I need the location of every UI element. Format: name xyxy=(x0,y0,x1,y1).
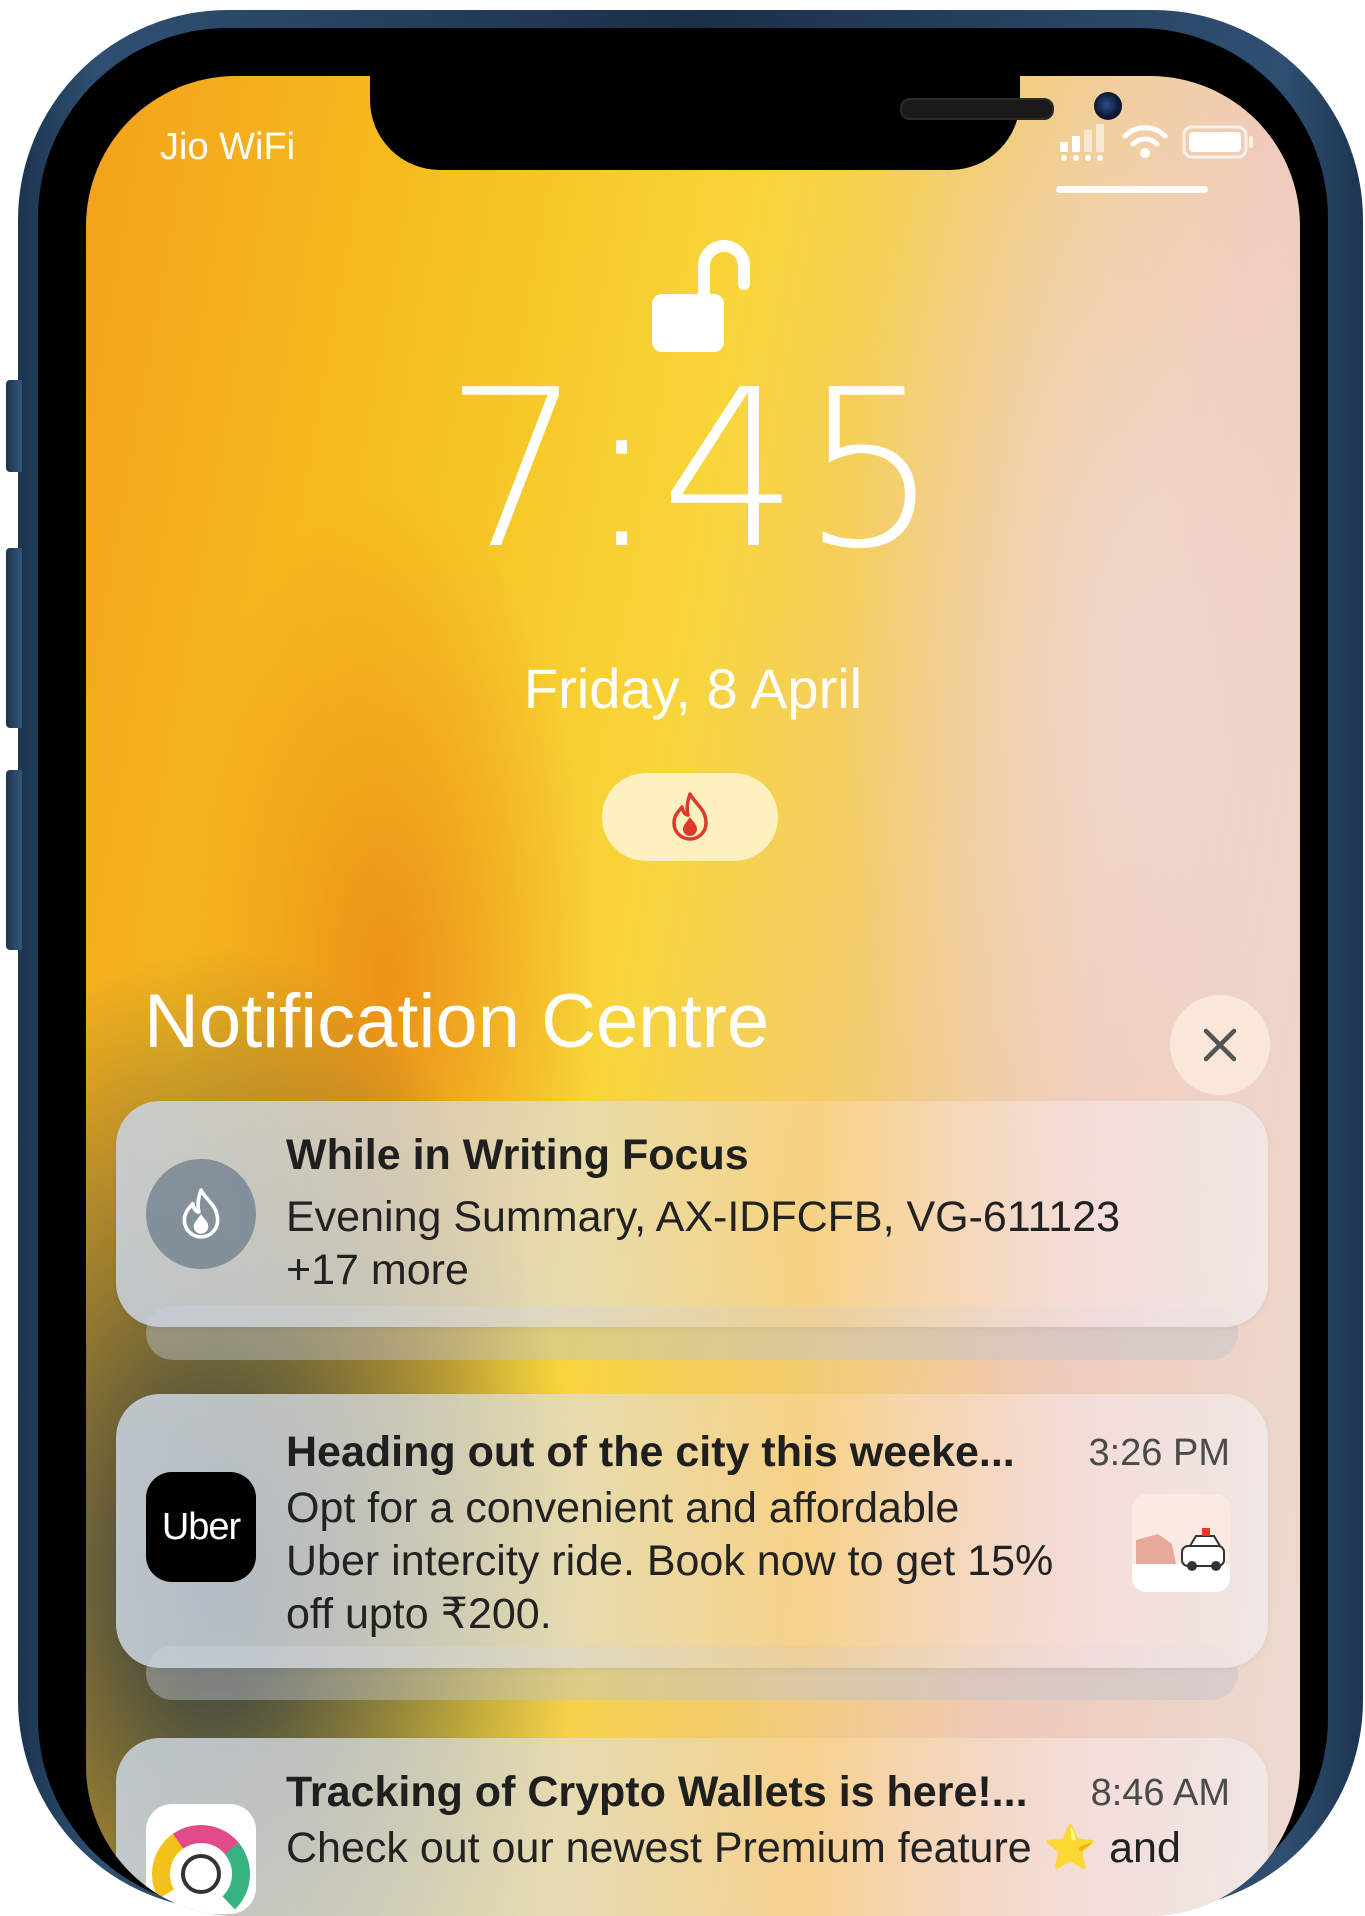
lock-screen-date: Friday, 8 April xyxy=(523,657,863,720)
notification-writing-focus-summary[interactable]: While in Writing Focus Evening Summary, … xyxy=(116,1101,1268,1327)
volume-up-button xyxy=(6,548,22,728)
front-camera xyxy=(1094,92,1122,120)
status-icons xyxy=(1058,122,1256,162)
flame-icon xyxy=(672,792,708,841)
writing-focus-flame-icon xyxy=(146,1159,256,1269)
notification-crypto-tracker[interactable]: Tracking of Crypto Wallets is here!... 8… xyxy=(116,1738,1268,1916)
finance-tracker-app-icon xyxy=(146,1804,256,1914)
notification-body-line: +17 more xyxy=(286,1246,469,1294)
battery-icon xyxy=(1182,125,1253,159)
notification-title: While in Writing Focus xyxy=(286,1131,749,1179)
mute-switch xyxy=(6,380,22,472)
uber-app-icon: Uber xyxy=(146,1472,256,1582)
notification-body-line: Check out our newest Premium feature ⭐ a… xyxy=(286,1824,1181,1872)
control-centre-indicator[interactable] xyxy=(1056,186,1208,193)
earpiece-speaker xyxy=(900,98,1054,120)
wifi-icon xyxy=(1122,125,1168,158)
cellular-signal-icon xyxy=(1060,124,1104,161)
clear-notifications-button[interactable] xyxy=(1170,995,1270,1095)
close-x-icon xyxy=(1203,1028,1237,1062)
notification-title: Tracking of Crypto Wallets is here!... xyxy=(286,1768,1028,1816)
carrier-label: Jio WiFi xyxy=(160,126,296,168)
notification-body-line: off upto ₹200. xyxy=(286,1590,552,1638)
uber-logo-text: Uber xyxy=(161,1505,241,1548)
notification-time: 8:46 AM xyxy=(1090,1772,1230,1814)
lock-screen: Jio WiFi 7:45 Friday, 8 April Notificati… xyxy=(86,76,1300,1916)
volume-down-button xyxy=(6,770,22,950)
focus-mode-pill[interactable] xyxy=(602,773,778,861)
lock-screen-time: 7:45 xyxy=(444,344,942,597)
notification-centre-title: Notification Centre xyxy=(144,979,770,1064)
notification-time: 3:26 PM xyxy=(1088,1432,1230,1474)
car-illustration-thumbnail xyxy=(1132,1494,1230,1592)
notification-body-line: Uber intercity ride. Book now to get 15% xyxy=(286,1537,1054,1585)
notification-title: Heading out of the city this weeke... xyxy=(286,1428,1015,1476)
notification-body-line: Evening Summary, AX-IDFCFB, VG-611123 xyxy=(286,1193,1121,1241)
notch xyxy=(370,76,1122,170)
notification-body-line: Opt for a convenient and affordable xyxy=(286,1484,960,1532)
notification-uber[interactable]: Uber Heading out of the city this weeke.… xyxy=(116,1394,1268,1668)
unlocked-padlock-icon xyxy=(652,240,750,352)
